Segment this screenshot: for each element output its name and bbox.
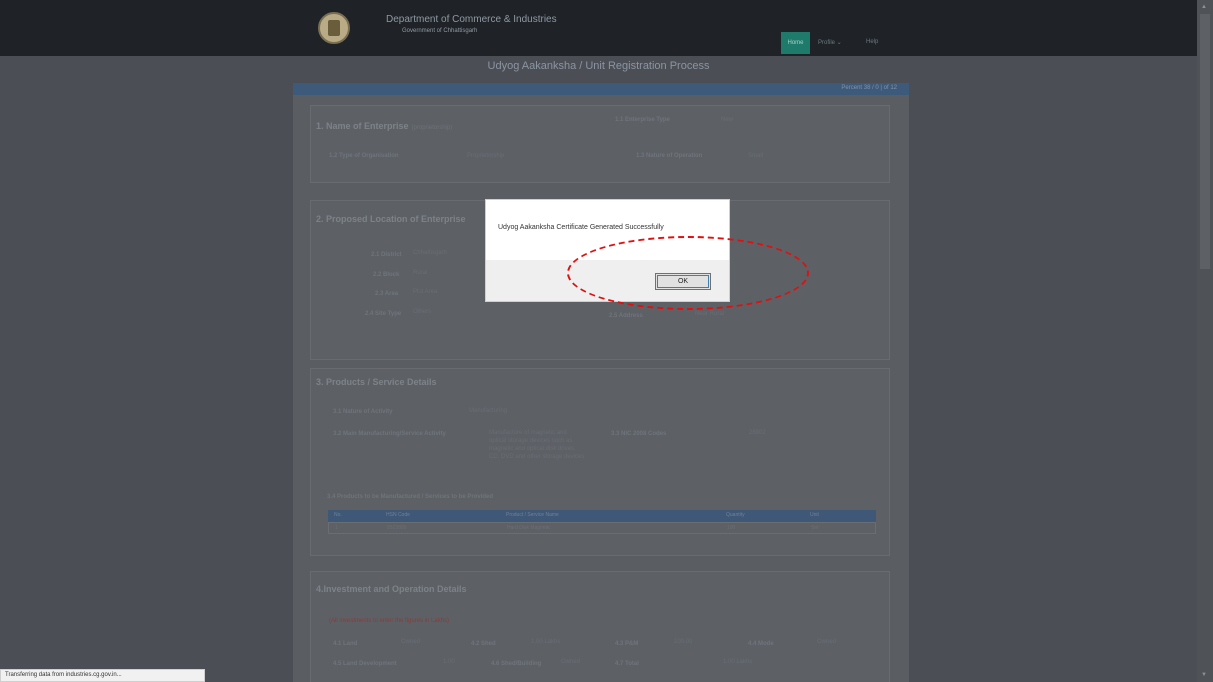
field-label: 2.3 Area [375,291,399,297]
table-cell: 100 [727,525,736,531]
field-label: 2.4 Site Type [365,311,402,317]
field-value: Near Rural [695,311,725,317]
scroll-up-arrow-icon[interactable]: ▲ [1201,4,1207,10]
scroll-down-arrow-icon[interactable]: ▼ [1201,672,1207,678]
nav-help-link[interactable]: Help [866,39,878,45]
table-header-cell: Product / Service Name [506,512,559,518]
field-label: 4.5 Land Development [333,661,397,667]
brand-title: Department of Commerce & Industries [386,14,557,25]
table-cell: 8523800 [387,525,407,531]
table-cell: Set [811,525,819,531]
field-value: Chhattisgarh [413,250,448,256]
field-label: 3.1 Nature of Activity [333,409,393,415]
alert-message: Udyog Aakanksha Certificate Generated Su… [498,224,664,231]
field-label: 4.7 Total [615,661,639,667]
field-label: 2.1 District [371,252,402,258]
table-header-cell: Quantity [726,512,745,518]
section-enterprise-name [310,105,890,183]
table-header-cell: No. [334,512,342,518]
field-label: 4.2 Shed [471,641,496,647]
section-2-title: 2. Proposed Location of Enterprise [316,214,466,224]
progress-strip: Percent 38 / 0 | of 12 [293,83,909,95]
field-value: Others [413,309,432,315]
table-caption: 3.4 Products to be Manufactured / Servic… [327,494,494,500]
nav-profile-menu[interactable]: Profile ⌄ [818,39,842,46]
field-value: Rural [413,270,428,276]
registration-form-panel: Percent 38 / 0 | of 12 1. Name of Enterp… [293,83,909,682]
field-label: 4.6 Shed/Building [491,661,542,667]
field-label: 3.3 NIC 2008 Codes [611,431,667,437]
field-label: 2.5 Address [609,313,643,319]
field-value: Small [748,153,764,159]
field-value: Manufacturing [469,408,508,414]
field-value: Proprietorship [467,153,505,159]
field-label: 4.4 Mode [748,641,774,647]
field-value: Plot Area [413,289,438,295]
field-value: Owned [561,659,581,665]
field-value: 100.00 [674,639,693,645]
investment-note: (All investments to enter the figures in… [329,618,450,624]
page-title: Udyog Aakanksha / Unit Registration Proc… [487,60,710,72]
field-label: 3.2 Main Manufacturing/Service Activity [333,431,446,437]
brand-subtitle: Government of Chhattisgarh [402,28,478,34]
field-value: 26802 [749,430,766,436]
scroll-thumb[interactable] [1200,14,1210,269]
table-header-cell: Unit [810,512,819,518]
table-cell: 1 [335,525,338,531]
field-value: 1.00 Lakhs [531,639,561,645]
field-value: 1.00 Lakhs [723,659,753,665]
page-scrollbar[interactable]: ▲ ▼ [1197,0,1213,682]
nav-home-button[interactable]: Home [781,32,810,54]
section-4-title: 4.Investment and Operation Details [316,584,467,594]
field-value: 1.00 [443,659,455,665]
products-table-header: No. HSN Code Product / Service Name Quan… [328,510,876,522]
table-row: 1 8523800 Hard Disk Magnetic 100 Set [328,522,876,534]
emblem-logo-icon[interactable] [318,12,350,44]
table-header-cell: HSN Code [386,512,410,518]
field-label: 2.2 Block [373,272,400,278]
field-label: 4.3 P&M [615,641,639,647]
field-value: Owned [817,639,837,645]
section-1-title: 1. Name of Enterprise (proprietorship) [316,121,453,131]
progress-strip-text: Percent 38 / 0 | of 12 [841,85,897,91]
table-cell: Hard Disk Magnetic [507,525,551,531]
field-label: 1.2 Type of Organisation [329,153,399,159]
field-value: Manufacture of magnetic and optical stor… [489,430,585,460]
browser-status-bar: Transferring data from industries.cg.gov… [0,669,205,682]
highlight-ellipse-annotation [567,236,809,310]
field-value: New [721,117,734,123]
section-3-title: 3. Products / Service Details [316,377,437,387]
top-navbar: Department of Commerce & Industries Gove… [0,0,1197,56]
field-value: Owned [401,639,421,645]
field-label: 4.1 Land [333,641,358,647]
field-label: 1.1 Enterprise Type [615,117,670,123]
field-label: 1.3 Nature of Operation [636,153,703,159]
